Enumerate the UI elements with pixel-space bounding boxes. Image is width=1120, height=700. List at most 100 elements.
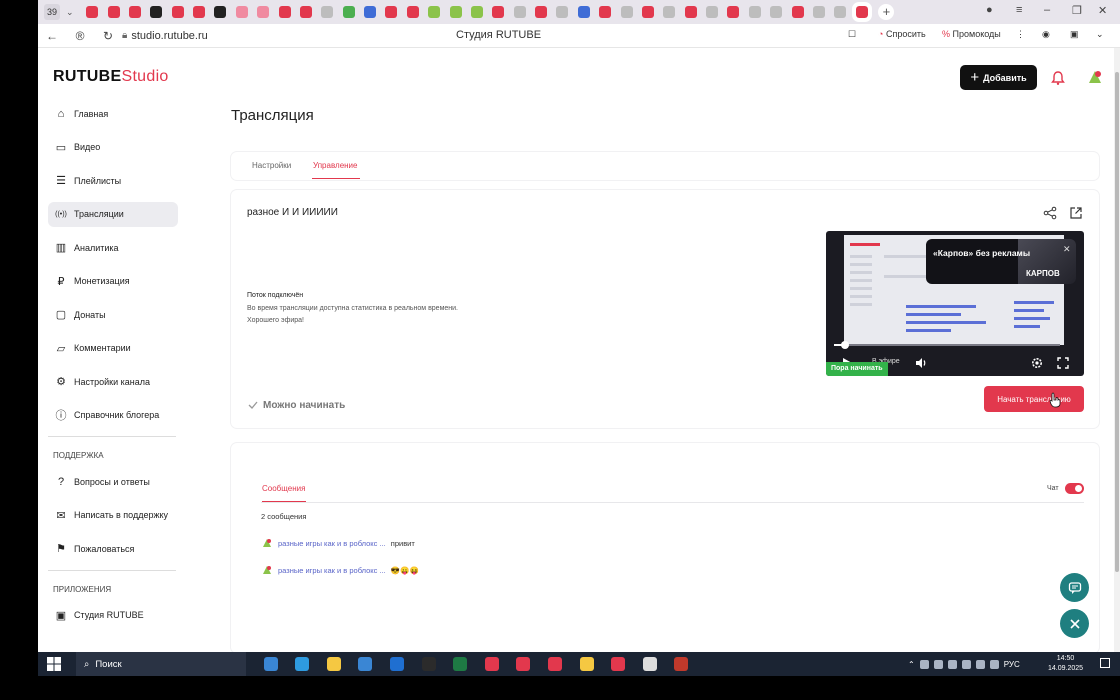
browser-tab[interactable]: [851, 2, 872, 22]
sidebar-item[interactable]: ⓘ Справочник блогера: [48, 403, 178, 428]
tab-messages[interactable]: Сообщения: [262, 484, 305, 493]
user-avatar[interactable]: [1086, 68, 1104, 86]
browser-tab[interactable]: [193, 6, 206, 18]
windows-start-icon[interactable]: [46, 656, 62, 672]
taskbar-app-icon[interactable]: [453, 657, 468, 671]
browser-tab[interactable]: [470, 6, 483, 18]
browser-tab[interactable]: [577, 6, 590, 18]
start-broadcast-button[interactable]: Начать трансляцию: [984, 386, 1084, 412]
menu-icon[interactable]: ≡: [1016, 4, 1022, 16]
promo-button[interactable]: % Промокоды: [942, 29, 1001, 39]
fullscreen-icon[interactable]: [1056, 356, 1070, 370]
taskbar-app-icon[interactable]: [642, 657, 657, 671]
browser-tab[interactable]: [770, 6, 783, 18]
browser-tab[interactable]: [684, 6, 697, 18]
restore-icon[interactable]: ❐: [1072, 4, 1082, 17]
sidebar-item[interactable]: ▱ Комментарии: [48, 336, 178, 361]
minimize-icon[interactable]: –: [1044, 4, 1050, 16]
support-item[interactable]: ? Вопросы и ответы: [48, 469, 178, 494]
taskbar-app-icon[interactable]: [389, 657, 404, 671]
sidebar-item[interactable]: ((•)) Трансляции: [48, 201, 178, 227]
message-author[interactable]: разные игры как и в роблокс ...: [278, 566, 386, 575]
back-icon[interactable]: ←: [38, 29, 66, 43]
progress-track[interactable]: [834, 344, 1060, 346]
network-icon[interactable]: [975, 659, 985, 669]
speaker-icon[interactable]: [989, 659, 999, 669]
downloads-icon[interactable]: ⌄: [1096, 29, 1104, 40]
sidebar-item[interactable]: ▥ Аналитика: [48, 235, 178, 260]
clock[interactable]: 14:50 14.09.2025: [1048, 654, 1083, 674]
taskbar-app-icon[interactable]: [484, 657, 499, 671]
rutube-studio-logo[interactable]: RUTUBEStudio: [53, 68, 169, 86]
browser-tab[interactable]: [128, 6, 141, 18]
browser-tab[interactable]: [257, 6, 270, 18]
taskbar-app-icon[interactable]: [295, 657, 310, 671]
support-item[interactable]: ✉ Написать в поддержку: [48, 503, 178, 528]
tray-app-icon[interactable]: [947, 659, 957, 669]
message-author[interactable]: разные игры как и в роблокс ...: [278, 539, 386, 548]
tab-list-chevron-icon[interactable]: ⌄: [66, 7, 74, 18]
browser-tab[interactable]: [150, 6, 163, 18]
progress-handle[interactable]: [841, 341, 849, 349]
tray-chevron-icon[interactable]: ⌃: [908, 660, 915, 669]
settings-gear-icon[interactable]: [1030, 356, 1044, 370]
browser-tab[interactable]: [428, 6, 441, 18]
browser-tab[interactable]: [727, 6, 740, 18]
sidebar-item[interactable]: ₽ Монетизация: [48, 269, 178, 294]
browser-tab[interactable]: [791, 6, 804, 18]
tray-app-icon[interactable]: [919, 659, 929, 669]
sidebar-item[interactable]: ▢ Донаты: [48, 302, 178, 327]
browser-tab[interactable]: [641, 6, 654, 18]
taskbar-app-icon[interactable]: [516, 657, 531, 671]
browser-tab[interactable]: [535, 6, 548, 18]
close-window-icon[interactable]: ✕: [1098, 4, 1107, 17]
ad-banner[interactable]: «Карпов» без рекламы КАРПОВ ✕: [926, 239, 1076, 284]
new-tab-button[interactable]: +: [878, 4, 895, 20]
media-icon[interactable]: ◉: [1042, 29, 1050, 40]
browser-tab[interactable]: [299, 6, 312, 18]
sidebar-item[interactable]: ⚙ Настройки канала: [48, 369, 178, 394]
sidebar-item[interactable]: ☰ Плейлисты: [48, 168, 178, 193]
sidebar-item[interactable]: ▭ Видео: [48, 135, 178, 160]
bookmark-icon[interactable]: ☐: [848, 29, 856, 40]
browser-tab[interactable]: [278, 6, 291, 18]
browser-tab[interactable]: [86, 6, 99, 18]
apps-item[interactable]: ▣ Студия RUTUBE: [48, 603, 178, 628]
browser-tab[interactable]: [748, 6, 761, 18]
browser-tab[interactable]: [599, 6, 612, 18]
notifications-icon[interactable]: [1100, 658, 1110, 668]
browser-tab[interactable]: [107, 6, 120, 18]
tab-management[interactable]: Управление: [313, 161, 357, 170]
taskbar-app-icon[interactable]: [263, 657, 278, 671]
share-icon[interactable]: [1043, 206, 1057, 220]
browser-tab[interactable]: [812, 6, 825, 18]
message-avatar[interactable]: [261, 564, 273, 576]
taskbar-app-icon[interactable]: [358, 657, 373, 671]
browser-tab[interactable]: [556, 6, 569, 18]
page-scrollbar[interactable]: [1114, 48, 1120, 652]
close-widget-button[interactable]: [1060, 609, 1089, 638]
tab-count-badge[interactable]: 39: [44, 4, 60, 20]
tray-app-icon[interactable]: [933, 659, 943, 669]
notifications-bell-icon[interactable]: [1050, 70, 1066, 86]
chat-toggle[interactable]: [1065, 483, 1084, 494]
ad-close-icon[interactable]: ✕: [1063, 244, 1071, 255]
message-avatar[interactable]: [261, 537, 273, 549]
browser-tab[interactable]: [834, 6, 847, 18]
taskbar-app-icon[interactable]: [579, 657, 594, 671]
browser-tab[interactable]: [364, 6, 377, 18]
taskbar-search[interactable]: ⌕ Поиск: [76, 652, 246, 676]
tab-settings[interactable]: Настройки: [252, 161, 291, 170]
support-chat-button[interactable]: [1060, 573, 1089, 602]
browser-tab[interactable]: [406, 6, 419, 18]
browser-tab[interactable]: [663, 6, 676, 18]
open-external-icon[interactable]: [1069, 206, 1083, 220]
taskbar-app-icon[interactable]: [674, 657, 689, 671]
browser-tab[interactable]: [235, 6, 248, 18]
more-icon[interactable]: ⋮: [1016, 29, 1025, 40]
volume-icon[interactable]: [914, 356, 928, 370]
add-button[interactable]: + Добавить: [960, 65, 1037, 90]
microphone-icon[interactable]: [961, 659, 971, 669]
taskbar-app-icon[interactable]: [611, 657, 626, 671]
taskbar-app-icon[interactable]: [326, 657, 341, 671]
